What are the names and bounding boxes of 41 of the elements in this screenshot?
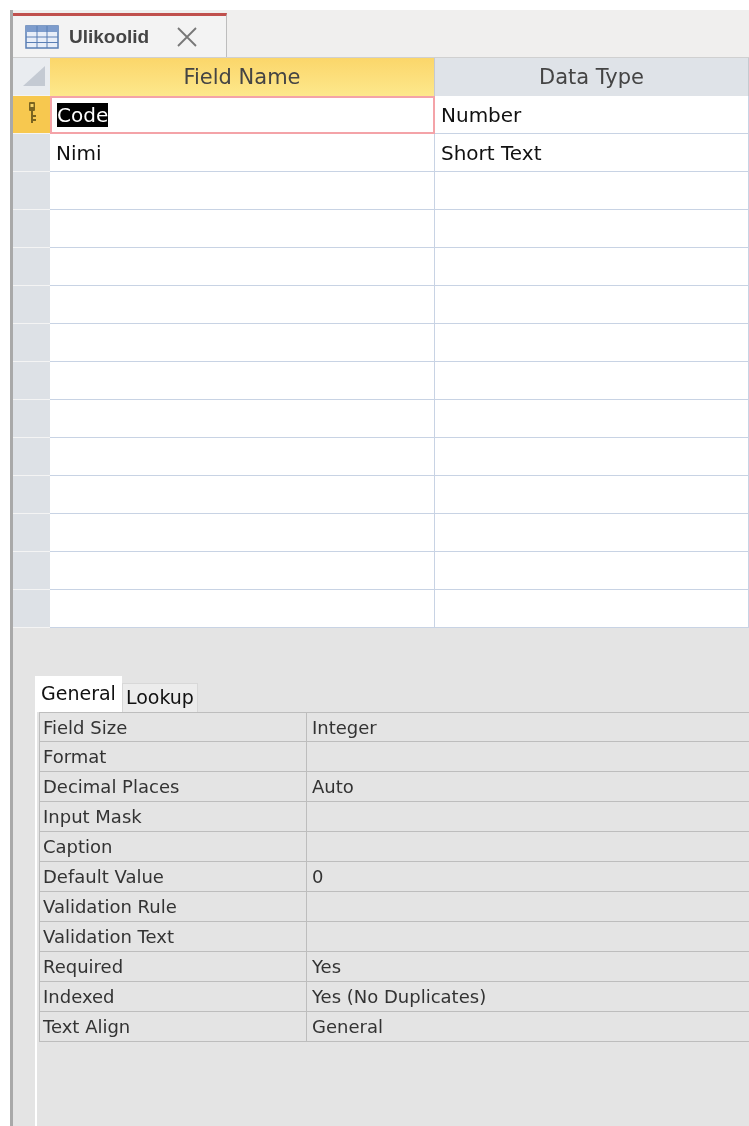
property-tab[interactable]: Lookup (121, 683, 198, 712)
property-tab[interactable]: General (35, 676, 122, 712)
property-value[interactable]: Yes (No Duplicates) (312, 986, 487, 1007)
property-value[interactable]: Yes (312, 956, 342, 977)
empty-cell[interactable] (435, 552, 749, 590)
row-selector[interactable] (13, 96, 50, 134)
empty-cell[interactable] (435, 438, 749, 476)
empty-cell[interactable] (435, 476, 749, 514)
property-value[interactable]: Auto (312, 776, 354, 797)
property-label: Text Align (43, 1016, 131, 1037)
empty-cell[interactable] (435, 362, 749, 400)
empty-cell[interactable] (435, 590, 749, 628)
property-label: Decimal Places (43, 776, 180, 797)
property-label: Required (43, 956, 124, 977)
property-label: Input Mask (43, 806, 142, 827)
property-label: Format (43, 746, 107, 767)
property-value[interactable]: Integer (312, 716, 377, 738)
empty-cell[interactable] (435, 248, 749, 286)
empty-cell[interactable] (435, 286, 749, 324)
document-tab[interactable]: Ulikoolid (13, 13, 227, 57)
column-header[interactable]: Data Type (435, 58, 749, 96)
empty-cell[interactable] (435, 514, 749, 552)
property-label: Indexed (43, 986, 115, 1007)
property-label: Field Size (43, 716, 128, 738)
empty-cell[interactable] (435, 210, 749, 248)
empty-cell[interactable] (435, 324, 749, 362)
property-value[interactable]: General (312, 1016, 383, 1037)
property-value[interactable]: 0 (312, 866, 324, 887)
property-label: Validation Text (43, 926, 174, 947)
property-label: Caption (43, 836, 113, 857)
empty-cell[interactable] (435, 172, 749, 210)
empty-cell[interactable] (435, 400, 749, 438)
close-icon[interactable] (175, 24, 200, 49)
data-type-cell[interactable]: Short Text (435, 134, 749, 172)
column-header[interactable]: Field Name (50, 58, 435, 96)
property-label: Validation Rule (43, 896, 177, 917)
field-name-cell[interactable]: Nimi (50, 134, 435, 172)
data-type-cell[interactable]: Number (435, 96, 749, 134)
field-name-cell[interactable]: Code (50, 96, 435, 134)
property-label: Default Value (43, 866, 164, 887)
table-icon (25, 24, 59, 49)
